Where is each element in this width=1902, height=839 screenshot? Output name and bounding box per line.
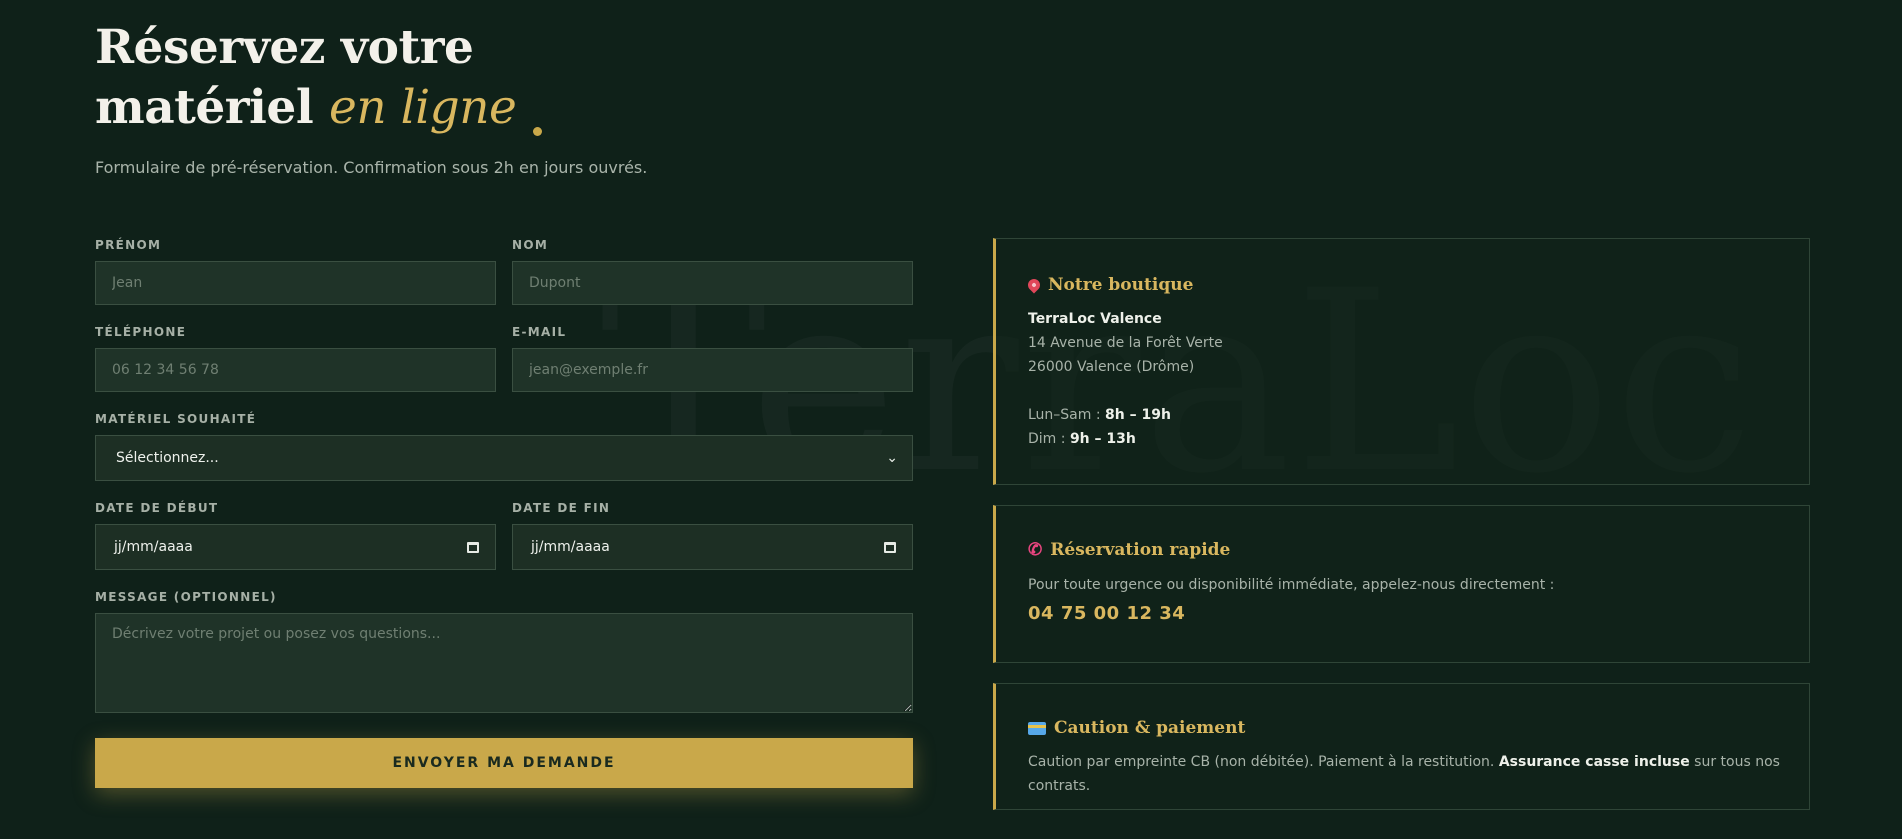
decorative-dot xyxy=(533,127,542,136)
phone-input[interactable] xyxy=(95,348,496,392)
reservation-page: TerraLoc Réservez votre matériel en lign… xyxy=(0,0,1902,839)
calendar-icon[interactable] xyxy=(467,541,479,553)
title-line1: Réservez votre xyxy=(95,20,474,75)
weekday-label: Lun–Sam : xyxy=(1028,407,1106,423)
start-date-label: DATE DE DÉBUT xyxy=(95,501,219,515)
sunday-hours: 9h – 13h xyxy=(1069,431,1136,447)
title-line2: matériel xyxy=(95,80,330,135)
payment-card-text: Caution par empreinte CB (non débitée). … xyxy=(1028,750,1809,798)
credit-card-icon xyxy=(1028,721,1046,735)
message-textarea[interactable] xyxy=(95,613,913,713)
calendar-icon[interactable] xyxy=(884,541,896,553)
firstname-label: PRÉNOM xyxy=(95,238,162,252)
equipment-label: MATÉRIEL SOUHAITÉ xyxy=(95,412,257,426)
payment-insurance: Assurance casse incluse xyxy=(1498,754,1690,770)
payment-title-text: Caution & paiement xyxy=(1054,718,1246,738)
equipment-select[interactable]: Sélectionnez... ⌄ xyxy=(95,435,913,481)
chevron-down-icon: ⌄ xyxy=(886,450,898,466)
title-accent: en ligne xyxy=(329,80,517,135)
start-date-input[interactable]: jj/mm/aaaa xyxy=(95,524,496,570)
page-subtitle: Formulaire de pré-réservation. Confirmat… xyxy=(95,158,648,177)
pin-icon xyxy=(1025,276,1043,294)
shop-address-line2: 26000 Valence (Drôme) xyxy=(1028,359,1195,375)
phone-icon: ✆ xyxy=(1028,540,1043,560)
lastname-label: NOM xyxy=(512,238,549,252)
payment-text-before: Caution par empreinte CB (non débitée). … xyxy=(1028,754,1499,770)
payment-card: Caution & paiement Caution par empreinte… xyxy=(993,683,1810,810)
equipment-selected-value: Sélectionnez... xyxy=(116,450,219,466)
email-label: E-MAIL xyxy=(512,325,567,339)
lastname-input[interactable] xyxy=(512,261,913,305)
start-date-value: jj/mm/aaaa xyxy=(114,539,193,555)
email-input[interactable] xyxy=(512,348,913,392)
sunday-label: Dim : xyxy=(1028,431,1070,447)
shop-name: TerraLoc Valence xyxy=(1028,311,1162,327)
end-date-input[interactable]: jj/mm/aaaa xyxy=(512,524,913,570)
shop-title-text: Notre boutique xyxy=(1048,275,1194,295)
quick-card-text: Pour toute urgence ou disponibilité immé… xyxy=(1028,577,1555,593)
shop-card-title: Notre boutique xyxy=(1025,275,1194,295)
end-date-value: jj/mm/aaaa xyxy=(531,539,610,555)
phone-label: TÉLÉPHONE xyxy=(95,325,187,339)
submit-button[interactable]: ENVOYER MA DEMANDE xyxy=(95,738,913,788)
quick-title-text: Réservation rapide xyxy=(1050,540,1231,560)
quick-booking-card: ✆ Réservation rapide Pour toute urgence … xyxy=(993,505,1810,663)
shop-details: TerraLoc Valence 14 Avenue de la Forêt V… xyxy=(1028,307,1223,451)
weekday-hours: 8h – 19h xyxy=(1105,407,1171,423)
firstname-input[interactable] xyxy=(95,261,496,305)
phone-number-link[interactable]: 04 75 00 12 34 xyxy=(1028,603,1185,624)
page-title: Réservez votre matériel en ligne xyxy=(95,18,517,138)
shop-address-line1: 14 Avenue de la Forêt Verte xyxy=(1028,335,1223,351)
message-label: MESSAGE (OPTIONNEL) xyxy=(95,590,277,604)
end-date-label: DATE DE FIN xyxy=(512,501,611,515)
quick-card-title: ✆ Réservation rapide xyxy=(1028,540,1230,560)
shop-card: Notre boutique TerraLoc Valence 14 Avenu… xyxy=(993,238,1810,485)
payment-card-title: Caution & paiement xyxy=(1028,718,1245,738)
